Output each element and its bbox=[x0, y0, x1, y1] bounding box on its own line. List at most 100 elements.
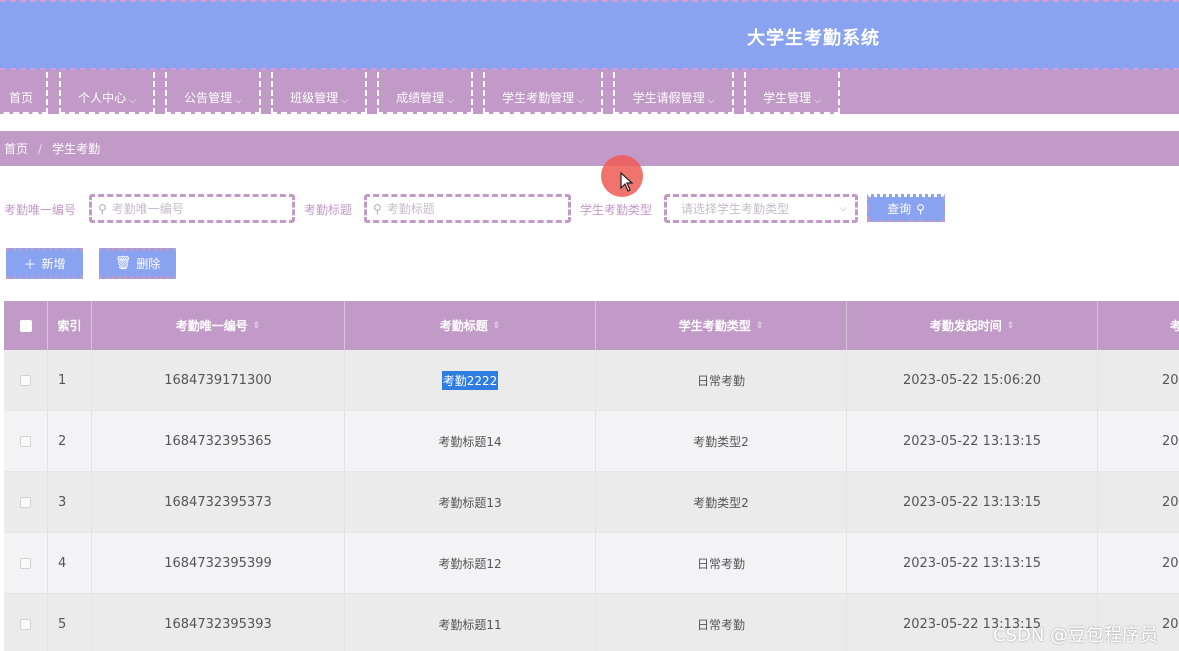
type-search-label: 学生考勤类型 bbox=[580, 203, 653, 217]
cell-next-partial: 202 bbox=[1098, 472, 1179, 533]
cell-type: 考勤类型2 bbox=[596, 472, 847, 533]
chevron-down-icon: ⌵ bbox=[341, 96, 348, 106]
cell-start-time: 2023-05-22 13:13:15 bbox=[847, 411, 1098, 472]
header-type-label: 学生考勤类型 bbox=[678, 319, 751, 333]
chevron-down-icon: ⌵ bbox=[707, 96, 715, 106]
cell-index: 4 bbox=[48, 533, 92, 594]
breadcrumb: 首页 / 学生考勤 bbox=[0, 131, 1179, 166]
chevron-down-icon: ⌵ bbox=[447, 96, 454, 106]
sort-icon[interactable]: ⇕ bbox=[1007, 321, 1015, 331]
plus-icon: ＋ bbox=[23, 258, 37, 273]
cell-next-partial: 202 bbox=[1098, 533, 1179, 594]
table-row[interactable]: 4 1684732395399 考勤标题12 日常考勤 2023-05-22 1… bbox=[4, 533, 1179, 594]
type-select[interactable]: 请选择学生考勤类型 ⌵ bbox=[664, 194, 858, 223]
csdn-watermark: CSDN @豆包程序员 bbox=[993, 625, 1159, 646]
header-start-time[interactable]: 考勤发起时间 ⇕ bbox=[847, 301, 1098, 350]
row-checkbox[interactable] bbox=[4, 411, 48, 472]
nav-personal-center[interactable]: 个人中心 ⌵ bbox=[59, 72, 155, 114]
checkbox-icon bbox=[19, 319, 32, 332]
nav-label: 成绩管理 bbox=[396, 91, 445, 105]
title-search-placeholder: 考勤标题 bbox=[386, 202, 435, 216]
delete-button-label: 删除 bbox=[136, 257, 161, 271]
cell-title: 考勤标题13 bbox=[345, 472, 596, 533]
title-search-input[interactable]: ⚲ 考勤标题 bbox=[364, 194, 571, 223]
cell-id: 1684732395399 bbox=[92, 533, 345, 594]
nav-label: 学生考勤管理 bbox=[502, 91, 575, 105]
nav-grade-management[interactable]: 成绩管理 ⌵ bbox=[377, 72, 473, 114]
nav-student-management[interactable]: 学生管理 ⌵ bbox=[744, 72, 840, 114]
chevron-down-icon: ⌵ bbox=[839, 203, 847, 214]
row-checkbox[interactable] bbox=[4, 533, 48, 594]
add-button[interactable]: ＋ 新增 bbox=[6, 248, 83, 279]
id-search-placeholder: 考勤唯一编号 bbox=[111, 202, 184, 216]
chevron-down-icon: ⌵ bbox=[235, 96, 242, 106]
breadcrumb-current: 学生考勤 bbox=[52, 142, 101, 156]
type-select-placeholder: 请选择学生考勤类型 bbox=[681, 202, 790, 216]
search-icon: ⚲ bbox=[98, 201, 107, 216]
header-start-time-label: 考勤发起时间 bbox=[929, 319, 1002, 333]
chevron-down-icon: ⌵ bbox=[577, 96, 584, 106]
cell-title: 考勤标题12 bbox=[345, 533, 596, 594]
row-checkbox[interactable] bbox=[4, 350, 48, 411]
header-type[interactable]: 学生考勤类型 ⇕ bbox=[596, 301, 847, 350]
cell-next-partial: 202 bbox=[1098, 411, 1179, 472]
search-icon: ⚲ bbox=[916, 201, 925, 216]
cell-title: 考勤标题14 bbox=[345, 411, 596, 472]
header-title[interactable]: 考勤标题 ⇕ bbox=[345, 301, 596, 350]
query-button[interactable]: 查询 ⚲ bbox=[867, 194, 945, 222]
header-next-partial-label: 考 bbox=[1170, 319, 1179, 333]
cell-id: 1684732395393 bbox=[92, 594, 345, 651]
app-title: 大学生考勤系统 bbox=[747, 28, 880, 49]
sort-icon[interactable]: ⇕ bbox=[756, 321, 764, 331]
nav-class-management[interactable]: 班级管理 ⌵ bbox=[271, 72, 367, 114]
search-icon: ⚲ bbox=[373, 201, 382, 216]
cell-start-time: 2023-05-22 15:06:20 bbox=[847, 350, 1098, 411]
nav-label: 学生管理 bbox=[763, 91, 812, 105]
cell-index: 1 bbox=[48, 350, 92, 411]
nav-label: 公告管理 bbox=[184, 91, 233, 105]
cell-type: 考勤类型2 bbox=[596, 411, 847, 472]
row-checkbox[interactable] bbox=[4, 472, 48, 533]
header-id[interactable]: 考勤唯一编号 ⇕ bbox=[92, 301, 345, 350]
nav-notice-management[interactable]: 公告管理 ⌵ bbox=[165, 72, 261, 114]
cell-type: 日常考勤 bbox=[596, 533, 847, 594]
header-index-label: 索引 bbox=[57, 319, 82, 333]
checkbox-icon bbox=[20, 375, 31, 386]
id-search-input[interactable]: ⚲ 考勤唯一编号 bbox=[89, 194, 295, 223]
id-search-label: 考勤唯一编号 bbox=[4, 203, 77, 217]
nav-leave-management[interactable]: 学生请假管理 ⌵ bbox=[613, 72, 734, 114]
nav-attendance-management[interactable]: 学生考勤管理 ⌵ bbox=[483, 72, 603, 114]
table-row[interactable]: 3 1684732395373 考勤标题13 考勤类型2 2023-05-22 … bbox=[4, 472, 1179, 533]
cell-id: 1684732395373 bbox=[92, 472, 345, 533]
cell-title: 考勤标题11 bbox=[345, 594, 596, 651]
table-row[interactable]: 1 1684739171300 考勤2222 日常考勤 2023-05-22 1… bbox=[4, 350, 1179, 411]
breadcrumb-home[interactable]: 首页 bbox=[4, 140, 28, 157]
cell-index: 3 bbox=[48, 472, 92, 533]
header-id-label: 考勤唯一编号 bbox=[175, 319, 248, 333]
checkbox-icon bbox=[20, 558, 31, 569]
nav-home[interactable]: 首页 bbox=[0, 72, 48, 114]
cell-next-partial: 202 bbox=[1098, 350, 1179, 411]
table-row[interactable]: 2 1684732395365 考勤标题14 考勤类型2 2023-05-22 … bbox=[4, 411, 1179, 472]
row-checkbox[interactable] bbox=[4, 594, 48, 651]
cell-start-time: 2023-05-22 13:13:15 bbox=[847, 472, 1098, 533]
checkbox-icon bbox=[20, 497, 31, 508]
sort-icon[interactable]: ⇕ bbox=[253, 321, 261, 331]
cell-id: 1684739171300 bbox=[92, 350, 345, 411]
select-all-checkbox[interactable] bbox=[4, 301, 48, 350]
breadcrumb-separator: / bbox=[38, 141, 43, 156]
query-button-label: 查询 bbox=[887, 202, 912, 216]
main-nav: 首页 个人中心 ⌵ 公告管理 ⌵ 班级管理 ⌵ 成绩管理 ⌵ 学生考勤管理 ⌵ 学生请假管… bbox=[0, 70, 1179, 114]
cell-index: 5 bbox=[48, 594, 92, 651]
mouse-cursor-icon bbox=[620, 172, 634, 192]
cell-index: 2 bbox=[48, 411, 92, 472]
table-header: 索引 考勤唯一编号 ⇕ 考勤标题 ⇕ 学生考勤类型 ⇕ 考勤发起时间 ⇕ 考 bbox=[4, 301, 1179, 350]
sort-icon[interactable]: ⇕ bbox=[493, 321, 501, 331]
app-window: 大学生考勤系统 首页 个人中心 ⌵ 公告管理 ⌵ 班级管理 ⌵ 成绩管理 ⌵ 学生考勤管… bbox=[0, 0, 1179, 651]
cell-type: 日常考勤 bbox=[596, 594, 847, 651]
title-search-label: 考勤标题 bbox=[304, 203, 353, 217]
top-header: 大学生考勤系统 bbox=[0, 0, 1179, 70]
chevron-down-icon: ⌵ bbox=[129, 96, 136, 106]
cell-title: 考勤2222 bbox=[345, 350, 596, 411]
delete-button[interactable]: 🗑 删除 bbox=[99, 248, 176, 279]
